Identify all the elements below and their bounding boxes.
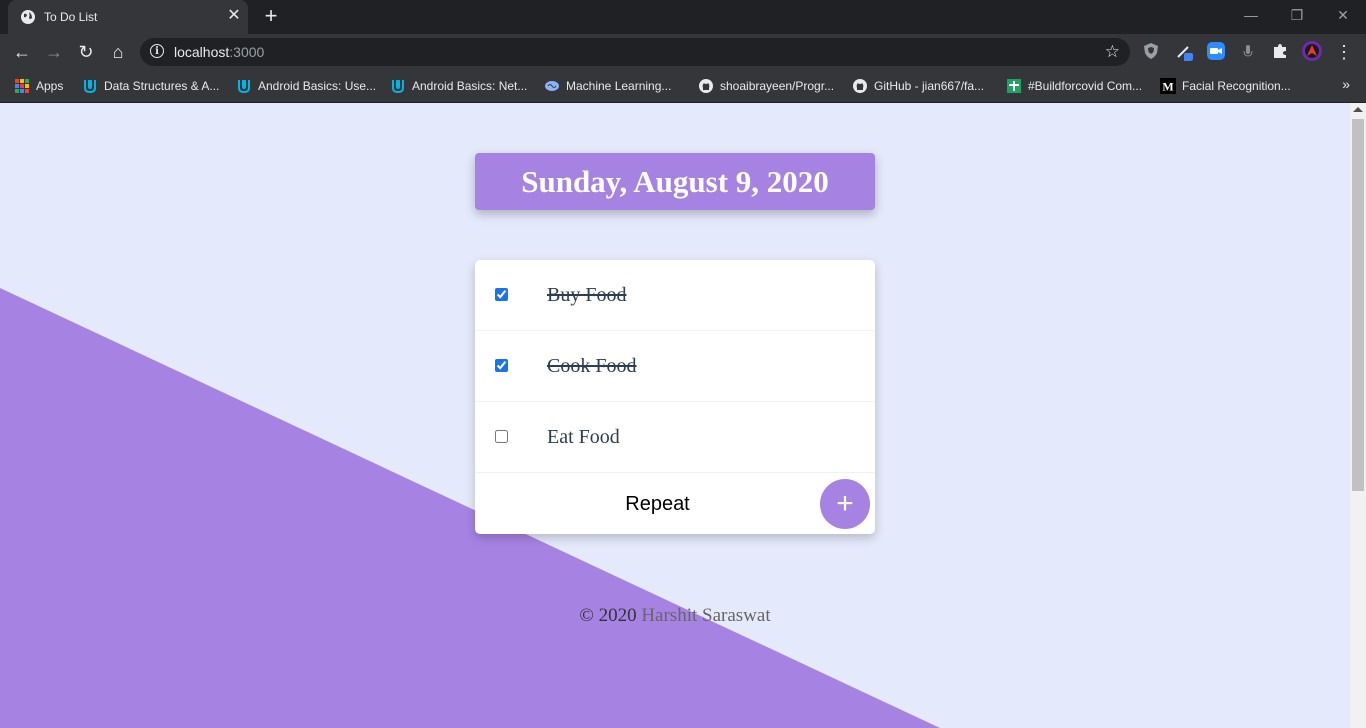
- todo-checkbox[interactable]: [495, 359, 508, 372]
- todo-checkbox[interactable]: [495, 288, 508, 301]
- bookmark-item[interactable]: M Facial Recognition...: [1160, 78, 1291, 94]
- address-bar[interactable]: i localhost:3000 ☆: [140, 38, 1130, 66]
- profile-avatar-icon[interactable]: [1302, 41, 1322, 61]
- add-item-button[interactable]: +: [820, 479, 870, 529]
- bookmarks-overflow-icon[interactable]: »: [1342, 76, 1350, 92]
- apps-grid-icon: [15, 79, 29, 93]
- new-item-input[interactable]: [475, 473, 840, 535]
- bookmark-star-icon[interactable]: ☆: [1105, 42, 1120, 62]
- bookmark-item[interactable]: Machine Learning...: [544, 78, 671, 94]
- udacity-icon: [392, 80, 404, 94]
- medium-icon: M: [1160, 78, 1176, 94]
- restore-button[interactable]: ❐: [1274, 0, 1320, 30]
- tab-close-icon[interactable]: ✕: [224, 6, 244, 26]
- close-window-button[interactable]: ✕: [1320, 0, 1366, 30]
- todo-text: Cook Food: [547, 355, 637, 377]
- browser-menu-icon[interactable]: ⋮: [1331, 39, 1357, 65]
- puzzle-extensions-icon[interactable]: [1270, 41, 1290, 61]
- bookmark-label: Android Basics: Use...: [258, 79, 377, 93]
- github-icon: [699, 79, 713, 93]
- footer-author: Harshit Saraswat: [641, 605, 771, 626]
- bookmark-item[interactable]: GitHub - jian667/fa...: [852, 78, 984, 94]
- browser-tab[interactable]: To Do List ✕: [8, 0, 248, 34]
- bookmark-label: Machine Learning...: [566, 79, 672, 93]
- bookmark-label: #Buildforcovid Com...: [1028, 79, 1143, 93]
- back-button[interactable]: ←: [9, 39, 35, 65]
- url-host: localhost: [174, 44, 230, 60]
- eyedropper-extension-icon[interactable]: [1174, 41, 1194, 61]
- globe-icon: [21, 10, 35, 24]
- todo-text: Eat Food: [547, 426, 620, 448]
- minimize-button[interactable]: —: [1228, 0, 1274, 30]
- bookmark-item[interactable]: Android Basics: Net...: [390, 78, 527, 94]
- todo-item: Eat Food: [475, 402, 875, 473]
- url-port: :3000: [229, 44, 265, 60]
- mic-extension-icon[interactable]: [1238, 41, 1258, 61]
- browser-toolbar: ← → ↻ ⌂ i localhost:3000 ☆ ⋮: [0, 34, 1366, 70]
- bookmark-item[interactable]: #Buildforcovid Com...: [1006, 78, 1142, 94]
- bookmark-item[interactable]: shoaibrayeen/Progr...: [698, 78, 834, 94]
- new-item-form: +: [475, 473, 875, 535]
- todo-checkbox[interactable]: [495, 430, 508, 443]
- todo-list: Buy Food Cook Food Eat Food +: [475, 260, 875, 535]
- todo-text: Buy Food: [547, 284, 627, 306]
- bookmark-label: shoaibrayeen/Progr...: [720, 79, 835, 93]
- date-heading: Sunday, August 9, 2020: [475, 153, 875, 210]
- page-scrollbar[interactable]: [1350, 103, 1366, 728]
- site-info-icon[interactable]: i: [150, 44, 164, 58]
- bookmark-label: Apps: [36, 79, 64, 93]
- scroll-thumb[interactable]: [1352, 119, 1364, 491]
- udacity-icon: [84, 80, 96, 94]
- svg-text:M: M: [1162, 80, 1173, 94]
- bookmark-label: Facial Recognition...: [1182, 79, 1291, 93]
- bookmark-item[interactable]: Android Basics: Use...: [236, 78, 376, 94]
- browser-titlebar: To Do List ✕ + — ❐ ✕: [0, 0, 1366, 34]
- todo-item: Cook Food: [475, 331, 875, 402]
- shield-extension-icon[interactable]: [1141, 41, 1161, 61]
- todo-item: Buy Food: [475, 260, 875, 331]
- forward-button[interactable]: →: [41, 39, 67, 65]
- bookmarks-bar: Apps Data Structures & A... Android Basi…: [0, 70, 1366, 103]
- tab-title: To Do List: [44, 10, 98, 24]
- footer: © 2020 Harshit Saraswat: [0, 605, 1350, 627]
- bookmark-item[interactable]: Data Structures & A...: [82, 78, 219, 94]
- home-button[interactable]: ⌂: [105, 39, 131, 65]
- zoom-extension-icon[interactable]: [1206, 41, 1226, 61]
- footer-copyright: © 2020: [579, 605, 642, 626]
- udacity-icon: [238, 80, 250, 94]
- brain-icon: [545, 81, 559, 91]
- page-viewport: Sunday, August 9, 2020 Buy Food Cook Foo…: [0, 103, 1350, 728]
- bookmark-label: Android Basics: Net...: [412, 79, 528, 93]
- bookmark-label: GitHub - jian667/fa...: [874, 79, 985, 93]
- bookmark-label: Data Structures & A...: [104, 79, 220, 93]
- scroll-up-arrow-icon[interactable]: [1353, 107, 1363, 112]
- new-tab-button[interactable]: +: [258, 4, 284, 30]
- github-icon: [853, 79, 867, 93]
- bookmark-item[interactable]: Apps: [14, 78, 63, 94]
- reload-button[interactable]: ↻: [73, 39, 99, 65]
- devpost-icon: [1007, 79, 1021, 93]
